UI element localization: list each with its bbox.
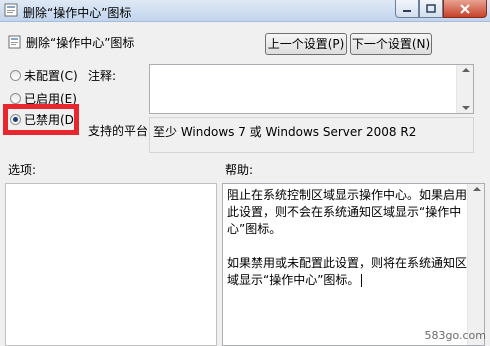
scrollbar[interactable]: [456, 65, 473, 113]
radio-label: 未配置(C): [24, 69, 78, 83]
radio-circle[interactable]: [10, 70, 21, 81]
options-panel: [5, 183, 217, 346]
platform-label: 支持的平台:: [88, 124, 153, 138]
minimize-button[interactable]: [395, 0, 419, 18]
help-paragraph: 如果禁用或未配置此设置，则将在系统通知区域显示“操作中心”图标。: [227, 256, 468, 287]
comment-field[interactable]: [149, 64, 474, 114]
platform-field: 至少 Windows 7 或 Windows Server 2008 R2: [149, 117, 474, 153]
radio-not-configured[interactable]: 未配置(C): [10, 67, 78, 84]
close-icon: [460, 3, 470, 14]
close-button[interactable]: [443, 0, 487, 18]
policy-icon: [4, 3, 18, 17]
page-title: 删除“操作中心”图标: [26, 36, 135, 50]
maximize-icon: [426, 4, 436, 13]
scroll-up-icon[interactable]: [473, 187, 481, 191]
help-text: 阻止在系统控制区域显示操作中心。如果启用此设置，则不会在系统通知区域显示“操作中…: [227, 187, 467, 306]
scroll-down-icon[interactable]: [462, 106, 470, 110]
policy-icon: [8, 35, 21, 49]
dialog-body: 删除“操作中心”图标 上一个设置(P) 下一个设置(N) 未配置(C) 已启用(…: [0, 22, 490, 346]
previous-setting-button[interactable]: 上一个设置(P): [265, 33, 347, 55]
help-label: 帮助:: [225, 163, 254, 177]
title-bar: 删除“操作中心”图标: [0, 0, 490, 22]
help-panel: 阻止在系统控制区域显示操作中心。如果启用此设置，则不会在系统通知区域显示“操作中…: [222, 183, 485, 346]
options-label: 选项:: [8, 163, 37, 177]
radio-circle[interactable]: [10, 93, 21, 104]
comment-label: 注释:: [88, 69, 117, 83]
text-cursor: [361, 274, 363, 287]
scroll-up-icon[interactable]: [462, 68, 470, 72]
help-paragraph: 阻止在系统控制区域显示操作中心。如果启用此设置，则不会在系统通知区域显示“操作中…: [227, 188, 468, 236]
highlight-box: [3, 104, 79, 135]
watermark: 583go.com: [424, 329, 486, 342]
next-setting-button[interactable]: 下一个设置(N): [350, 33, 432, 55]
maximize-button[interactable]: [419, 0, 443, 18]
scrollbar[interactable]: [467, 184, 484, 345]
window-title: 删除“操作中心”图标: [23, 6, 132, 20]
minimize-icon: [403, 9, 411, 12]
platform-value: 至少 Windows 7 或 Windows Server 2008 R2: [153, 125, 417, 139]
